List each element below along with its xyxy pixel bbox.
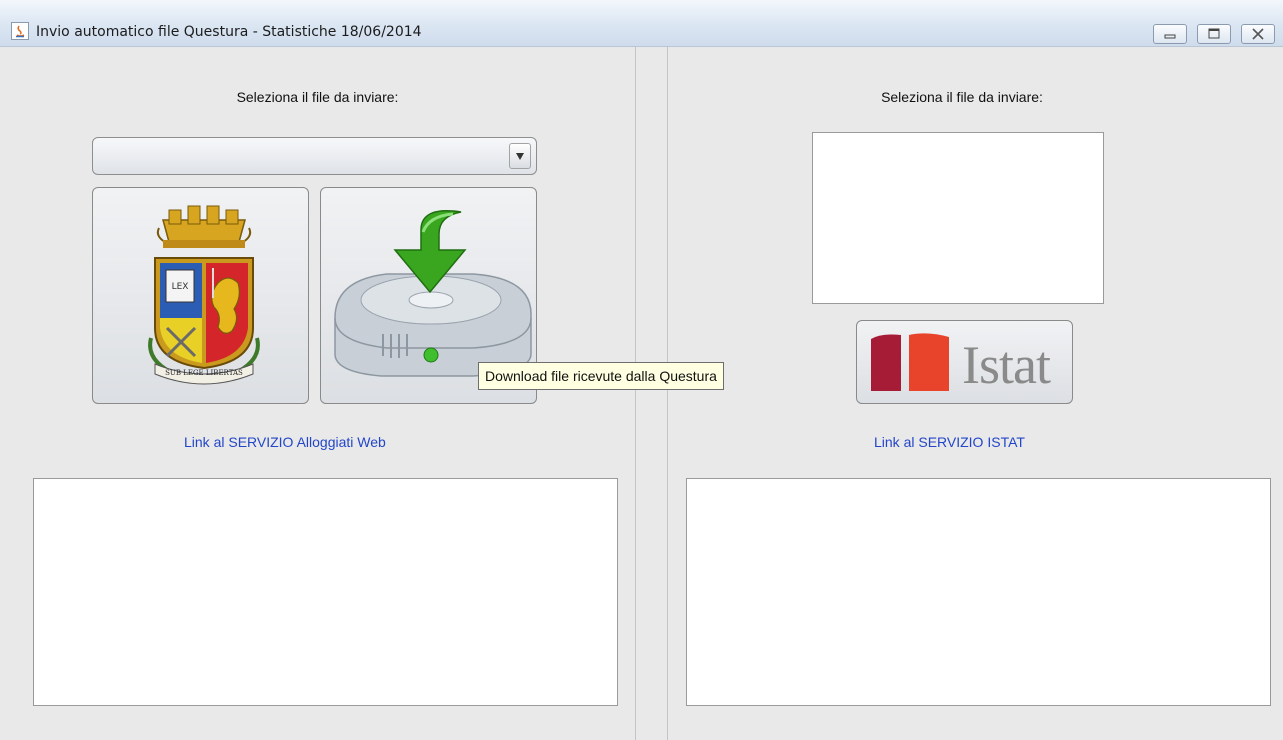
application-window: Invio automatico file Questura - Statist…	[0, 0, 1283, 740]
istat-logo-text: Istat	[962, 335, 1051, 395]
dropdown-arrow-button[interactable]	[509, 143, 531, 169]
right-log-textarea[interactable]	[686, 478, 1271, 706]
maximize-button[interactable]	[1197, 24, 1231, 44]
java-app-icon	[11, 22, 29, 40]
police-crest-icon: LEX SUB LEGE LIBERTAS	[148, 205, 260, 385]
select-file-label-right: Seleziona il file da inviare:	[881, 89, 1043, 105]
file-select-dropdown[interactable]	[92, 137, 537, 175]
triangle-down-icon	[516, 153, 524, 160]
download-tooltip: Download file ricevute dalla Questura	[478, 362, 724, 390]
title-bar[interactable]: Invio automatico file Questura - Statist…	[0, 0, 1283, 47]
close-icon	[1252, 28, 1264, 40]
crest-motto-text: SUB LEGE LIBERTAS	[165, 369, 243, 377]
crest-book-text: LEX	[172, 282, 189, 292]
istat-service-link[interactable]: Link al SERVIZIO ISTAT	[874, 433, 1025, 451]
select-file-label: Seleziona il file da inviare:	[236, 89, 399, 105]
minimize-button[interactable]	[1153, 24, 1187, 44]
istat-button[interactable]: Istat	[856, 320, 1073, 404]
window-title: Invio automatico file Questura - Statist…	[36, 24, 422, 40]
close-button[interactable]	[1241, 24, 1275, 44]
minimize-icon	[1164, 34, 1176, 39]
alloggiati-web-button[interactable]: LEX SUB LEGE LIBERTAS	[92, 187, 309, 404]
maximize-icon	[1208, 28, 1220, 39]
istat-file-list[interactable]	[812, 132, 1104, 304]
alloggiati-web-link[interactable]: Link al SERVIZIO Alloggiati Web	[184, 433, 386, 451]
left-log-textarea[interactable]	[33, 478, 618, 706]
